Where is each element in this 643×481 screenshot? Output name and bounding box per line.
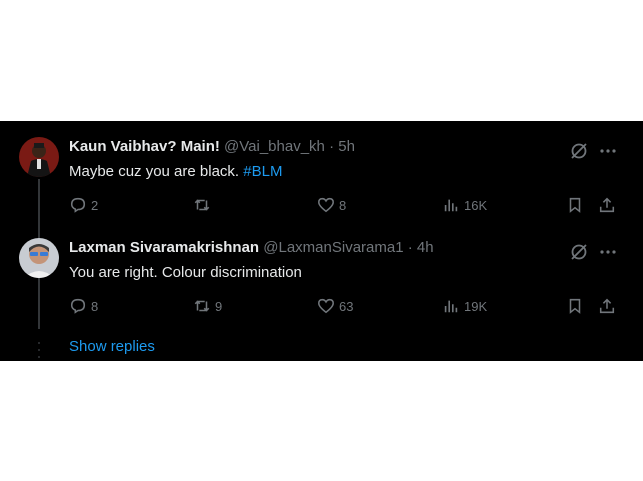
tweet[interactable]: Kaun Vaibhav? Main! @Vai_bhav_kh · 5h Ma… xyxy=(0,137,643,227)
tweet-header: Kaun Vaibhav? Main! @Vai_bhav_kh · 5h xyxy=(69,137,355,157)
separator: · xyxy=(329,138,335,155)
views-count: 16K xyxy=(464,197,488,213)
grok-icon[interactable] xyxy=(569,141,589,161)
views-icon xyxy=(444,300,458,313)
share-icon xyxy=(599,197,615,213)
timestamp[interactable]: 4h xyxy=(417,239,434,256)
retweet-button[interactable] xyxy=(193,194,215,216)
bookmark-icon xyxy=(569,197,581,213)
action-bar: 2 8 16K xyxy=(0,194,643,216)
separator: · xyxy=(407,239,413,256)
views-count: 19K xyxy=(464,298,488,314)
bookmark-button[interactable] xyxy=(566,295,584,317)
like-icon xyxy=(318,197,334,213)
retweet-button[interactable]: 9 xyxy=(193,295,222,317)
like-icon xyxy=(318,298,334,314)
hashtag-link[interactable]: #BLM xyxy=(243,163,282,180)
reply-button[interactable]: 2 xyxy=(69,194,98,216)
handle[interactable]: @Vai_bhav_kh xyxy=(224,138,325,155)
reply-icon xyxy=(70,298,86,314)
avatar[interactable] xyxy=(19,137,59,177)
share-icon xyxy=(599,298,615,314)
more-icon[interactable] xyxy=(598,141,618,161)
display-name[interactable]: Kaun Vaibhav? Main! xyxy=(69,138,220,155)
avatar[interactable] xyxy=(19,238,59,278)
share-button[interactable] xyxy=(598,194,616,216)
action-bar: 8 9 63 19K xyxy=(0,295,643,317)
grok-icon[interactable] xyxy=(569,242,589,262)
bookmark-button[interactable] xyxy=(566,194,584,216)
views-button[interactable]: 19K xyxy=(442,295,487,317)
bookmark-icon xyxy=(569,298,581,314)
more-icon[interactable] xyxy=(598,242,618,262)
reply-count: 8 xyxy=(91,298,99,314)
reply-button[interactable]: 8 xyxy=(69,295,98,317)
tweet-text-content: You are right. Colour discrimination xyxy=(69,264,302,281)
share-button[interactable] xyxy=(598,295,616,317)
retweet-icon xyxy=(194,199,210,211)
show-replies-link[interactable]: Show replies xyxy=(69,337,155,357)
like-count: 63 xyxy=(339,298,354,314)
timestamp[interactable]: 5h xyxy=(338,138,355,155)
conversation-panel: Kaun Vaibhav? Main! @Vai_bhav_kh · 5h Ma… xyxy=(0,121,643,361)
views-icon xyxy=(444,199,458,212)
tweet-text-content: Maybe cuz you are black. xyxy=(69,163,244,180)
thread-dots xyxy=(38,342,40,358)
reply-count: 2 xyxy=(91,197,99,213)
like-count: 8 xyxy=(339,197,347,213)
like-button[interactable]: 8 xyxy=(317,194,346,216)
tweet-header: Laxman Sivaramakrishnan @LaxmanSivarama1… xyxy=(69,238,434,258)
reply-icon xyxy=(70,197,86,213)
display-name[interactable]: Laxman Sivaramakrishnan xyxy=(69,239,259,256)
handle[interactable]: @LaxmanSivarama1 xyxy=(263,239,403,256)
retweet-icon xyxy=(194,300,210,312)
views-button[interactable]: 16K xyxy=(442,194,487,216)
tweet-text: Maybe cuz you are black. #BLM xyxy=(69,162,282,182)
like-button[interactable]: 63 xyxy=(317,295,353,317)
retweet-count: 9 xyxy=(215,298,223,314)
tweet-text: You are right. Colour discrimination xyxy=(69,263,302,283)
tweet[interactable]: Laxman Sivaramakrishnan @LaxmanSivarama1… xyxy=(0,238,643,328)
